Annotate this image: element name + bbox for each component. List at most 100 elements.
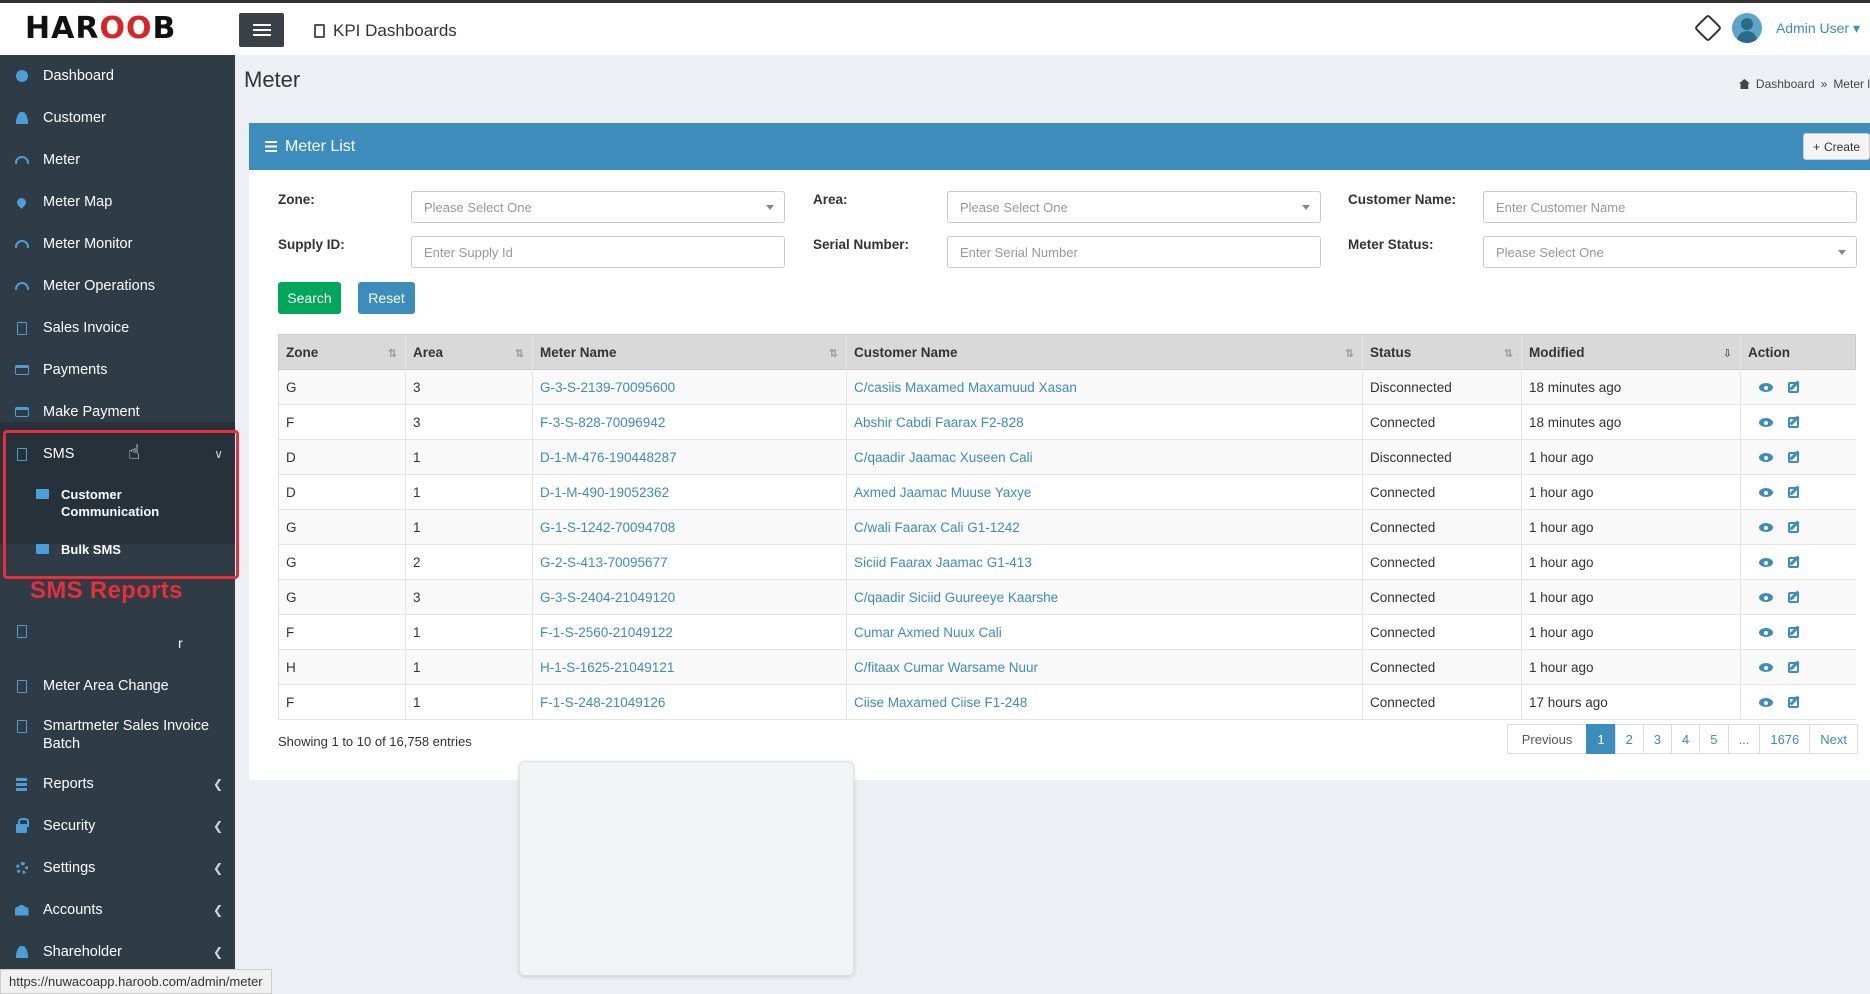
meter-name-cell[interactable]: G-3-S-2139-70095600 (533, 370, 847, 405)
meter-status-select[interactable]: Please Select One (1483, 236, 1857, 268)
column-header-label: Zone (286, 345, 319, 360)
view-eye-icon[interactable] (1759, 698, 1773, 707)
sidebar-item-meter[interactable]: Meter (0, 139, 235, 181)
sidebar-toggle-button[interactable] (239, 13, 284, 47)
sidebar-item-sms-reports[interactable] (0, 610, 235, 652)
column-header-customer-name[interactable]: Customer Name ⇅ (847, 335, 1363, 370)
customer-name-cell[interactable]: Axmed Jaamac Muuse Yaxye (847, 475, 1363, 510)
customer-name-cell[interactable]: Ciise Maxamed Ciise F1-248 (847, 685, 1363, 720)
area-select[interactable]: Please Select One (947, 191, 1321, 223)
gauge-icon (14, 156, 29, 164)
sidebar-item-label: Meter Map (43, 194, 113, 210)
pagination-page-1[interactable]: 1 (1586, 724, 1616, 754)
panel-title: Meter List (285, 137, 356, 155)
sidebar-item-security[interactable]: Security ❮ (0, 805, 235, 847)
serial-number-input[interactable]: Enter Serial Number (947, 236, 1321, 268)
edit-icon[interactable] (1788, 417, 1799, 428)
modified-cell: 1 hour ago (1522, 545, 1741, 580)
sidebar-item-accounts[interactable]: Accounts ❮ (0, 889, 235, 931)
sidebar-item-payments[interactable]: Payments (0, 349, 235, 391)
edit-icon[interactable] (1788, 487, 1799, 498)
meter-name-cell[interactable]: G-3-S-2404-21049120 (533, 580, 847, 615)
customer-name-cell[interactable]: Cumar Axmed Nuux Cali (847, 615, 1363, 650)
sidebar-item-meter-area-change[interactable]: Meter Area Change (0, 665, 235, 707)
customer-name-cell[interactable]: C/casiis Maxamed Maxamuud Xasan (847, 370, 1363, 405)
meter-status-label: Meter Status: (1348, 237, 1434, 252)
view-eye-icon[interactable] (1759, 663, 1773, 672)
edit-icon[interactable] (1788, 452, 1799, 463)
sidebar-subitem-bulk-sms[interactable]: Bulk SMS (0, 541, 235, 558)
sidebar-item-settings[interactable]: Settings ❮ (0, 847, 235, 889)
customer-name-cell[interactable]: Abshir Cabdi Faarax F2-828 (847, 405, 1363, 440)
meter-name-cell[interactable]: H-1-S-1625-21049121 (533, 650, 847, 685)
action-cell (1741, 545, 1857, 580)
meter-name-cell[interactable]: F-1-S-248-21049126 (533, 685, 847, 720)
customer-name-input[interactable]: Enter Customer Name (1483, 191, 1857, 223)
view-eye-icon[interactable] (1759, 453, 1773, 462)
user-menu-toggle[interactable]: Admin User ▾ (1776, 20, 1860, 37)
pagination-page-4[interactable]: 4 (1671, 724, 1701, 754)
sidebar-item-meter-monitor[interactable]: Meter Monitor (0, 223, 235, 265)
sidebar-item-label: Meter (43, 152, 81, 168)
edit-icon[interactable] (1788, 662, 1799, 673)
view-eye-icon[interactable] (1759, 523, 1773, 532)
reset-button[interactable]: Reset (358, 282, 415, 314)
sidebar-item-customer[interactable]: Customer (0, 97, 235, 139)
sidebar-item-dashboard[interactable]: Dashboard (0, 55, 235, 97)
column-header-zone[interactable]: Zone ⇅ (279, 335, 406, 370)
view-eye-icon[interactable] (1759, 628, 1773, 637)
search-button[interactable]: Search (278, 282, 341, 314)
sidebar-item-meter-operations[interactable]: Meter Operations (0, 265, 235, 307)
column-header-meter-name[interactable]: Meter Name ⇅ (533, 335, 847, 370)
customer-name-cell[interactable]: C/qaadir Siciid Guureeye Kaarshe (847, 580, 1363, 615)
edit-icon[interactable] (1788, 382, 1799, 393)
sidebar-subitem-customer-communication[interactable]: Customer Communication (0, 486, 235, 520)
view-eye-icon[interactable] (1759, 383, 1773, 392)
meter-name-cell[interactable]: G-1-S-1242-70094708 (533, 510, 847, 545)
supply-id-input[interactable]: Enter Supply Id (411, 236, 785, 268)
pagination-next[interactable]: Next (1809, 724, 1858, 754)
sidebar-item-sms[interactable]: SMS ∨ (0, 433, 235, 475)
customer-name-cell[interactable]: C/qaadir Jaamac Xuseen Cali (847, 440, 1363, 475)
column-header-modified[interactable]: Modified ⇩ (1522, 335, 1741, 370)
edit-icon[interactable] (1788, 522, 1799, 533)
view-eye-icon[interactable] (1759, 488, 1773, 497)
modified-cell: 1 hour ago (1522, 475, 1741, 510)
kpi-dashboards-link[interactable]: KPI Dashboards (314, 21, 457, 41)
pagination-page-2[interactable]: 2 (1614, 724, 1644, 754)
edit-icon[interactable] (1788, 557, 1799, 568)
edit-icon[interactable] (1788, 592, 1799, 603)
pagination-page-5[interactable]: 5 (1699, 724, 1729, 754)
avatar[interactable] (1731, 13, 1762, 43)
customer-name-cell[interactable]: C/wali Faarax Cali G1-1242 (847, 510, 1363, 545)
document-icon (16, 447, 27, 461)
sidebar-item-sales-invoice[interactable]: Sales Invoice (0, 307, 235, 349)
view-eye-icon[interactable] (1759, 418, 1773, 427)
create-button[interactable]: + Create (1802, 133, 1870, 160)
meter-name-cell[interactable]: G-2-S-413-70095677 (533, 545, 847, 580)
sidebar-item-shareholder[interactable]: Shareholder ❮ (0, 931, 235, 973)
edit-icon[interactable] (1788, 697, 1799, 708)
pagination-previous[interactable]: Previous (1506, 724, 1588, 754)
meter-name-cell[interactable]: D-1-M-490-19052362 (533, 475, 847, 510)
sidebar-item-smartmeter-sales-invoice-batch[interactable]: Smartmeter Sales Invoice Batch (0, 710, 235, 760)
customer-name-cell[interactable]: C/fitaax Cumar Warsame Nuur (847, 650, 1363, 685)
column-header-status[interactable]: Status ⇅ (1363, 335, 1522, 370)
breadcrumb-home-link[interactable]: Dashboard (1756, 77, 1815, 91)
meter-name-cell[interactable]: D-1-M-476-190448287 (533, 440, 847, 475)
sidebar-item-label: Make Payment (43, 404, 140, 420)
meter-name-cell[interactable]: F-3-S-828-70096942 (533, 405, 847, 440)
pagination-page-3[interactable]: 3 (1642, 724, 1673, 754)
column-header-area[interactable]: Area ⇅ (406, 335, 533, 370)
view-eye-icon[interactable] (1759, 558, 1773, 567)
sidebar-item-reports[interactable]: Reports ❮ (0, 763, 235, 805)
haroob-logo[interactable]: HAROOB (25, 11, 176, 46)
ticket-icon[interactable] (1693, 13, 1723, 43)
view-eye-icon[interactable] (1759, 593, 1773, 602)
pagination-page-last[interactable]: 1676 (1759, 724, 1811, 754)
zone-select[interactable]: Please Select One (411, 191, 785, 223)
meter-name-cell[interactable]: F-1-S-2560-21049122 (533, 615, 847, 650)
customer-name-cell[interactable]: Siciid Faarax Jaamac G1-413 (847, 545, 1363, 580)
edit-icon[interactable] (1788, 627, 1799, 638)
sidebar-item-meter-map[interactable]: Meter Map (0, 181, 235, 223)
